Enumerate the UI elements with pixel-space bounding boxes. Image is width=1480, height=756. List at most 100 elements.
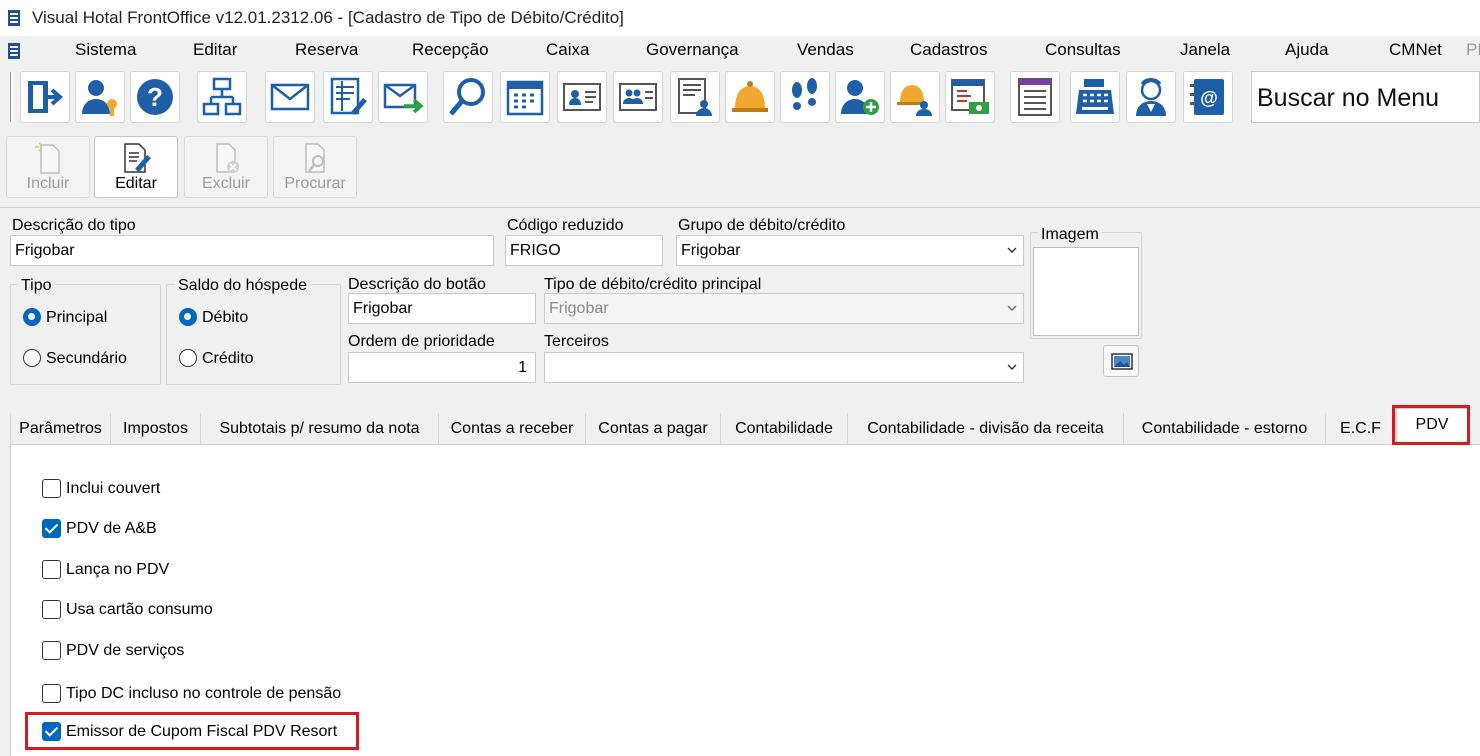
window-menu-icon[interactable] [6, 41, 22, 61]
tab-contabilidade-estorno[interactable]: Contabilidade - estorno [1124, 413, 1326, 444]
pdv-ab-checkbox[interactable] [42, 519, 61, 538]
menu-consultas[interactable]: Consultas [1045, 40, 1121, 60]
add-user-button[interactable] [835, 71, 885, 123]
tipo-secundario-label: Secundário [46, 350, 127, 367]
user-key-icon [82, 80, 117, 116]
menu-search-input[interactable]: Buscar no Menu [1251, 71, 1480, 123]
tab-subtotais[interactable]: Subtotais p/ resumo da nota [201, 413, 439, 444]
menu-search-label: Buscar no Menu [1257, 84, 1440, 112]
incluir-label: Incluir [26, 175, 70, 192]
menu-caixa[interactable]: Caixa [546, 40, 589, 60]
grupo-label: Grupo de débito/crédito [678, 217, 846, 234]
menu-reserva[interactable]: Reserva [295, 40, 358, 60]
cash-report-button[interactable] [945, 71, 995, 123]
contact-book-button[interactable]: @ [1183, 71, 1233, 123]
title-bar: Visual Hotal FrontOffice v12.01.2312.06 … [0, 0, 1480, 36]
cash-register-button[interactable] [1070, 71, 1120, 123]
tipo-principal-select[interactable]: Frigobar [544, 293, 1024, 324]
imagem-label: Imagem [1038, 226, 1102, 244]
menu-cadastros[interactable]: Cadastros [910, 40, 987, 60]
ordem-input[interactable]: 1 [348, 352, 536, 383]
tab-parametros-label: Parâmetros [19, 420, 102, 437]
codigo-reduzido-input[interactable]: FRIGO [505, 235, 663, 266]
new-document-icon [35, 142, 60, 174]
inclui-couvert-checkbox[interactable] [42, 479, 61, 498]
list-form-button[interactable] [1010, 71, 1060, 123]
menu-governanca[interactable]: Governança [646, 40, 739, 60]
tab-contas-receber[interactable]: Contas a receber [439, 413, 586, 444]
chevron-down-icon [1007, 364, 1017, 370]
tipo-principal-radio[interactable] [23, 308, 41, 326]
id-card-icon [563, 83, 601, 111]
svg-text:@: @ [1200, 88, 1218, 108]
usa-cartao-consumo-checkbox[interactable] [42, 600, 61, 619]
descricao-tipo-label: Descrição do tipo [12, 217, 136, 234]
emissor-highlight [25, 712, 359, 750]
footprints-button[interactable] [780, 71, 830, 123]
tab-impostos[interactable]: Impostos [111, 413, 201, 444]
codigo-reduzido-value: FRIGO [510, 242, 561, 259]
toolbar-grip[interactable] [10, 72, 13, 122]
descricao-botao-input[interactable]: Frigobar [348, 293, 536, 324]
tipo-principal-label: Principal [46, 309, 108, 326]
tab-parametros[interactable]: Parâmetros [10, 413, 111, 444]
editar-button[interactable]: Editar [94, 136, 178, 198]
sheet-edit-button[interactable] [323, 71, 373, 123]
pdv-servicos-checkbox[interactable] [42, 641, 61, 660]
calendar-icon [506, 80, 544, 116]
imagem-load-button[interactable] [1103, 345, 1139, 377]
maid-button[interactable] [1126, 71, 1176, 123]
pdv-ab-label: PDV de A&B [66, 520, 157, 537]
bell-button[interactable] [725, 71, 775, 123]
tipo-secundario-radio[interactable] [23, 349, 41, 367]
tab-subtotais-label: Subtotais p/ resumo da nota [219, 420, 420, 437]
terceiros-select[interactable] [544, 352, 1024, 383]
cash-report-icon [951, 79, 989, 114]
procurar-button[interactable]: Procurar [273, 136, 357, 198]
bell-users-icon [897, 85, 932, 116]
saldo-group [166, 284, 341, 385]
menu-janela[interactable]: Janela [1180, 40, 1230, 60]
menu-editar[interactable]: Editar [193, 40, 237, 60]
procurar-label: Procurar [284, 175, 346, 192]
tipo-principal-value: Frigobar [549, 300, 609, 317]
calendar-button[interactable] [500, 71, 550, 123]
lanca-pdv-checkbox[interactable] [42, 560, 61, 579]
menu-cmnet[interactable]: CMNet [1389, 40, 1442, 60]
tab-contas-pagar[interactable]: Contas a pagar [586, 413, 721, 444]
menu-pl[interactable]: PL [1466, 40, 1480, 60]
help-button[interactable]: ? [130, 71, 180, 123]
report-users-button[interactable] [670, 71, 720, 123]
exit-button[interactable] [20, 71, 70, 123]
incluir-button[interactable]: Incluir [6, 136, 90, 198]
mail-button[interactable] [265, 71, 315, 123]
grupo-select[interactable]: Frigobar [676, 235, 1024, 266]
id-card-group-button[interactable] [613, 71, 663, 123]
form-area: Descrição do tipo Frigobar Código reduzi… [0, 208, 1480, 412]
bell-users-button[interactable] [890, 71, 940, 123]
tab-ecf[interactable]: E.C.F [1326, 413, 1396, 444]
lanca-pdv-label: Lança no PDV [66, 561, 170, 578]
org-chart-button[interactable] [197, 71, 247, 123]
descricao-tipo-input[interactable]: Frigobar [10, 235, 494, 266]
edit-document-icon [124, 143, 151, 173]
saldo-credito-radio[interactable] [179, 349, 197, 367]
id-card-button[interactable] [557, 71, 607, 123]
delete-document-icon [216, 143, 239, 173]
excluir-button[interactable]: Excluir [184, 136, 268, 198]
descricao-botao-value: Frigobar [353, 300, 413, 317]
menu-ajuda[interactable]: Ajuda [1285, 40, 1328, 60]
mail-send-button[interactable] [378, 71, 428, 123]
menu-recepcao[interactable]: Recepção [412, 40, 489, 60]
saldo-debito-radio[interactable] [179, 308, 197, 326]
search-button[interactable] [443, 71, 493, 123]
tab-contabilidade-divisao[interactable]: Contabilidade - divisão da receita [848, 413, 1124, 444]
menu-vendas[interactable]: Vendas [797, 40, 854, 60]
user-key-button[interactable] [75, 71, 125, 123]
tipo-dc-pensao-checkbox[interactable] [42, 684, 61, 703]
menu-sistema[interactable]: Sistema [75, 40, 136, 60]
tab-contabilidade[interactable]: Contabilidade [721, 413, 848, 444]
saldo-debito-label: Débito [202, 309, 249, 326]
menu-bar: Sistema Editar Reserva Recepção Caixa Go… [0, 36, 1480, 66]
tab-contabilidade-estorno-label: Contabilidade - estorno [1141, 420, 1308, 437]
